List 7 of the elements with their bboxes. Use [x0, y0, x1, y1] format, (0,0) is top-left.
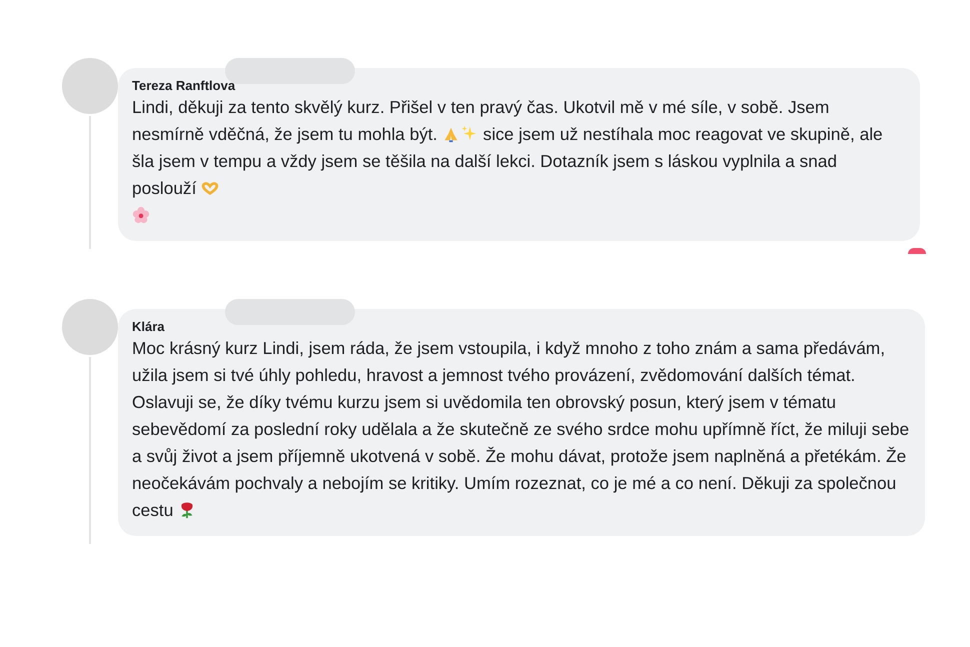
reaction-icon[interactable]	[908, 248, 926, 254]
author-name[interactable]: Klára	[132, 319, 911, 335]
comment-text: Moc krásný kurz Lindi, jsem ráda, že jsem vstoupila, i když mnoho z toho znám a sama předávám, užila jsem si tvé úhly pohledu, hravost a jemnost tvého provázení, zvědomování dalších témat. Oslavuji se, že díky tvému kurzu jsem si uvědomila ten obrovský posun, který jsem v tématu sebevědomí za poslední roky udělala a že skutečně ze svého srdce mohu upřímně říct, že miluji sebe a svůj život a jsem příjemně ukotvená v sobě. Že mohu dávat, protože jsem naplněná a přetékám. Že neočekávám pochvaly a nebojím se kritiky. Umím rozeznat, co je mé a co není. Děkuji za společnou cestu	[132, 337, 910, 522]
flower-icon	[132, 206, 150, 224]
comment-text: Lindi, děkuji za tento skvělý kurz. Přišel v ten pravý čas. Ukotvil mě v mé síle, v sobě. Jsem nesmírně vděčná, že jsem tu mohla být. sice jsem už nestíhala moc reagovat ve skupině, ale šla jsem v tempu a vždy jsem se těšila na další lekci. Dotazník jsem s láskou vyplnila a snad poslouží	[132, 94, 906, 229]
heart-hands-icon	[201, 179, 220, 197]
author-name[interactable]: Tereza Ranftlova	[132, 78, 906, 94]
